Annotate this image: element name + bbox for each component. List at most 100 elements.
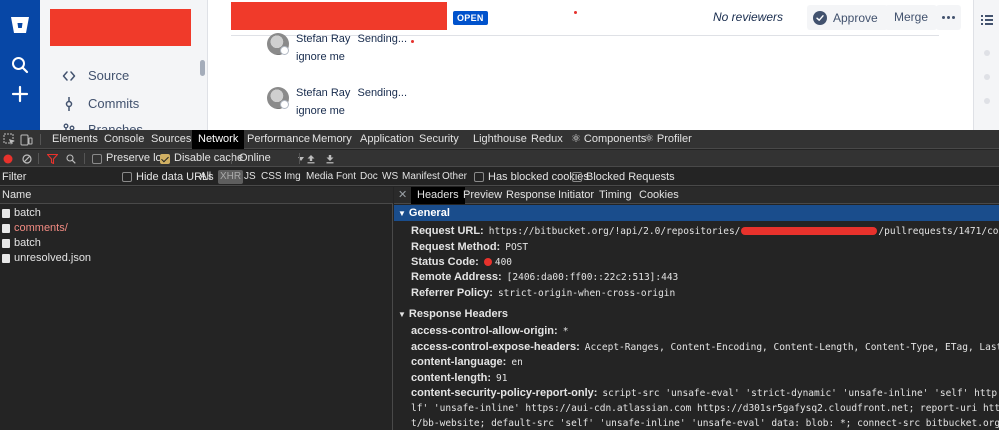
request-name: batch [14,237,41,249]
request-name: batch [14,207,41,219]
import-har-button[interactable] [306,150,316,167]
tab-memory[interactable]: Memory [312,130,352,149]
tab-preview[interactable]: Preview [463,187,502,204]
avatar-badge [280,46,289,55]
general-title: General [408,207,450,219]
tab-application[interactable]: Application [360,130,414,149]
create-plus-icon[interactable] [10,84,30,104]
merge-button[interactable]: Merge [885,5,938,30]
sidebar-item-label: Commits [88,96,140,111]
code-icon [62,70,76,81]
pull-request-header: OPEN No reviewers Approve Merge [231,0,961,36]
redacted-pull-request-title [231,2,447,30]
approve-button[interactable]: Approve [807,5,888,30]
branch-icon [63,123,75,130]
more-dots-icon [942,16,945,19]
repository-sidebar: Source Commits Branches [40,0,208,130]
response-headers-section-header[interactable]: ▼ Response Headers [394,306,999,322]
request-row[interactable]: batch [0,206,393,221]
file-icon [2,209,10,218]
tab-lighthouse[interactable]: Lighthouse [473,130,527,149]
record-button[interactable] [3,150,13,167]
request-row-selected-error[interactable]: comments/ [0,221,393,236]
tab-console[interactable]: Console [104,130,144,149]
name-column-header[interactable]: Name [0,187,393,204]
tab-performance[interactable]: Performance [247,130,310,149]
type-filter-ws[interactable]: WS [382,170,398,184]
response-header-row: content-language: en [411,356,523,368]
referrer-policy-row: Referrer Policy: strict-origin-when-cross… [411,287,676,299]
type-filter-manifest[interactable]: Manifest [402,170,440,184]
bitbucket-logo-icon[interactable] [9,14,31,36]
general-section-header[interactable]: ▼ General [394,205,999,221]
inspect-element-icon[interactable] [3,133,16,146]
export-har-button[interactable] [325,150,335,167]
tab-redux[interactable]: Redux [531,130,563,149]
sidebar-item-commits[interactable]: Commits [62,96,139,111]
type-filter-font[interactable]: Font [336,170,356,184]
tab-headers[interactable]: Headers [411,187,465,204]
filter-input[interactable]: Filter [2,168,26,186]
comment-author[interactable]: Stefan Ray [296,33,350,45]
tab-elements[interactable]: Elements [52,130,98,149]
avatar[interactable] [267,87,289,109]
sidebar-item-source[interactable]: Source [62,68,129,83]
status-code-row: Status Code: 400 [411,256,513,268]
pull-request-main: OPEN No reviewers Approve Merge Stefan R… [209,0,961,130]
devtools-tab-bar: Elements Console Sources Network Perform… [0,130,999,149]
sidebar-scrollbar[interactable] [200,60,205,76]
check-circle-icon [813,10,827,25]
throttling-select[interactable]: Online [239,150,305,167]
header-value-continuation: lf' 'unsafe-inline' https://aui-cdn.atla… [411,403,999,414]
type-filter-media[interactable]: Media [306,170,333,184]
sidebar-item-label: Branches [88,122,143,130]
response-header-row: access-control-expose-headers: Accept-Ran… [411,341,999,353]
close-icon[interactable]: ✕ [398,187,407,204]
download-icon [326,154,334,163]
bitbucket-page: Source Commits Branches OPEN No reviewer… [0,0,999,130]
more-actions-button[interactable] [936,5,961,30]
tab-react-profiler[interactable]: ⚛ Profiler [644,130,692,149]
type-filter-all[interactable]: All [200,170,211,184]
checkbox-box-checked [160,153,170,164]
throttling-value: Online [239,152,271,164]
tab-timing[interactable]: Timing [599,187,632,204]
tab-response[interactable]: Response [506,187,556,204]
comment-status: Sending... [357,87,408,99]
sidebar-item-branches[interactable]: Branches [62,122,143,130]
tab-initiator[interactable]: Initiator [558,187,594,204]
comment-author[interactable]: Stefan Ray [296,87,350,99]
request-row[interactable]: batch [0,236,393,251]
search-icon[interactable] [10,55,30,75]
request-name: unresolved.json [14,252,92,264]
tab-cookies[interactable]: Cookies [639,187,679,204]
type-filter-css[interactable]: CSS [261,170,282,184]
device-toolbar-icon[interactable] [20,133,33,146]
preserve-log-checkbox[interactable]: Preserve log [92,150,168,167]
type-filter-js[interactable]: JS [244,170,256,184]
response-header-row: content-length: 91 [411,372,508,384]
clear-button[interactable] [22,150,32,167]
type-filter-doc[interactable]: Doc [360,170,378,184]
avatar[interactable] [267,33,289,55]
list-icon[interactable] [981,14,993,26]
file-icon [2,224,10,233]
preserve-log-label: Preserve log [106,152,168,164]
tab-security[interactable]: Security [419,130,459,149]
tab-react-components[interactable]: ⚛ Components [571,130,646,149]
checkbox-box [572,172,582,182]
comment-body: ignore me [296,105,345,117]
blocked-requests-checkbox[interactable]: Blocked Requests [572,168,675,186]
type-filter-img[interactable]: Img [284,170,301,184]
file-icon [2,254,10,263]
tab-sources[interactable]: Sources [151,130,191,149]
type-filter-other[interactable]: Other [442,170,467,184]
detail-tab-bar: ✕ Headers Preview Response Initiator Tim… [394,187,999,204]
sidebar-item-label: Source [88,68,130,83]
type-filter-xhr[interactable]: XHR [218,170,244,184]
request-row[interactable]: unresolved.json [0,251,393,266]
expand-triangle-icon: ▼ [398,310,406,319]
search-button[interactable] [66,150,76,167]
filter-toggle-button[interactable] [47,150,58,167]
tab-network[interactable]: Network [192,130,245,149]
